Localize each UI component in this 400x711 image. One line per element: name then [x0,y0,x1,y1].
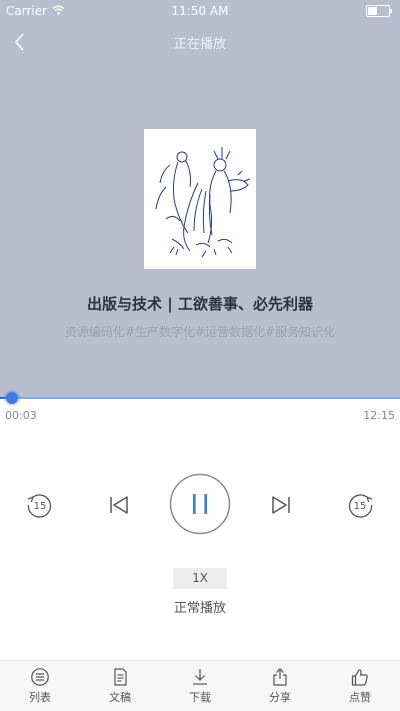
share-icon [273,668,287,686]
tab-transcript[interactable]: 文稿 [80,661,160,711]
track-tags: 资源编码化#生产数字化#运营数据化#服务知识化 [64,325,336,339]
tab-transcript-label: 文稿 [109,691,131,704]
page-title: 正在播放 [173,37,226,52]
thumbs-up-icon [351,669,368,686]
progress-handle[interactable] [5,392,18,404]
rewind-icon: 15 [27,494,52,518]
tab-share[interactable]: 分享 [240,661,320,711]
next-button[interactable] [266,490,296,520]
progress-slider[interactable] [0,392,400,406]
previous-button[interactable] [104,490,134,520]
list-icon [31,668,49,686]
track-title: 出版与技术 | 工欲善事、必先利器 [87,295,313,313]
tab-like[interactable]: 点赞 [320,661,400,711]
album-cover [144,129,256,269]
tab-list[interactable]: 列表 [0,661,80,711]
skip-previous-icon [110,496,128,514]
pause-button[interactable] [169,473,231,535]
progress-track [0,397,400,399]
skip-next-icon [272,496,290,514]
rewind-15-button[interactable]: 15 [22,488,56,522]
tab-download-label: 下载 [189,691,211,704]
tab-share-label: 分享 [269,691,291,704]
clock: 11:50 AM [171,4,229,18]
elapsed-time: 00:03 [5,409,37,422]
tab-download[interactable]: 下载 [160,661,240,711]
bottom-tabbar: 列表 文稿 下载 分享 点赞 [0,660,400,711]
cover-illustration [155,147,251,258]
fast-forward-icon: 15 [348,494,373,518]
rewind-seconds: 15 [34,501,47,512]
forward-15-button[interactable]: 15 [344,488,378,522]
status-bar: Carrier 11:50 AM [0,0,400,22]
nav-bar: 正在播放 [0,22,400,62]
playback-mode-label: 正常播放 [173,601,226,616]
download-icon [193,669,207,685]
playback-speed-button[interactable]: 1X [173,568,227,589]
total-time: 12:15 [363,409,395,422]
document-icon [114,668,127,686]
player-header: Carrier 11:50 AM 正在播放 出版与技术 | 工欲善事、必先利器 … [0,0,400,397]
forward-seconds: 15 [354,501,367,512]
pause-icon [169,473,231,535]
battery-icon [366,5,392,17]
tab-list-label: 列表 [29,691,51,704]
tab-like-label: 点赞 [349,691,371,704]
